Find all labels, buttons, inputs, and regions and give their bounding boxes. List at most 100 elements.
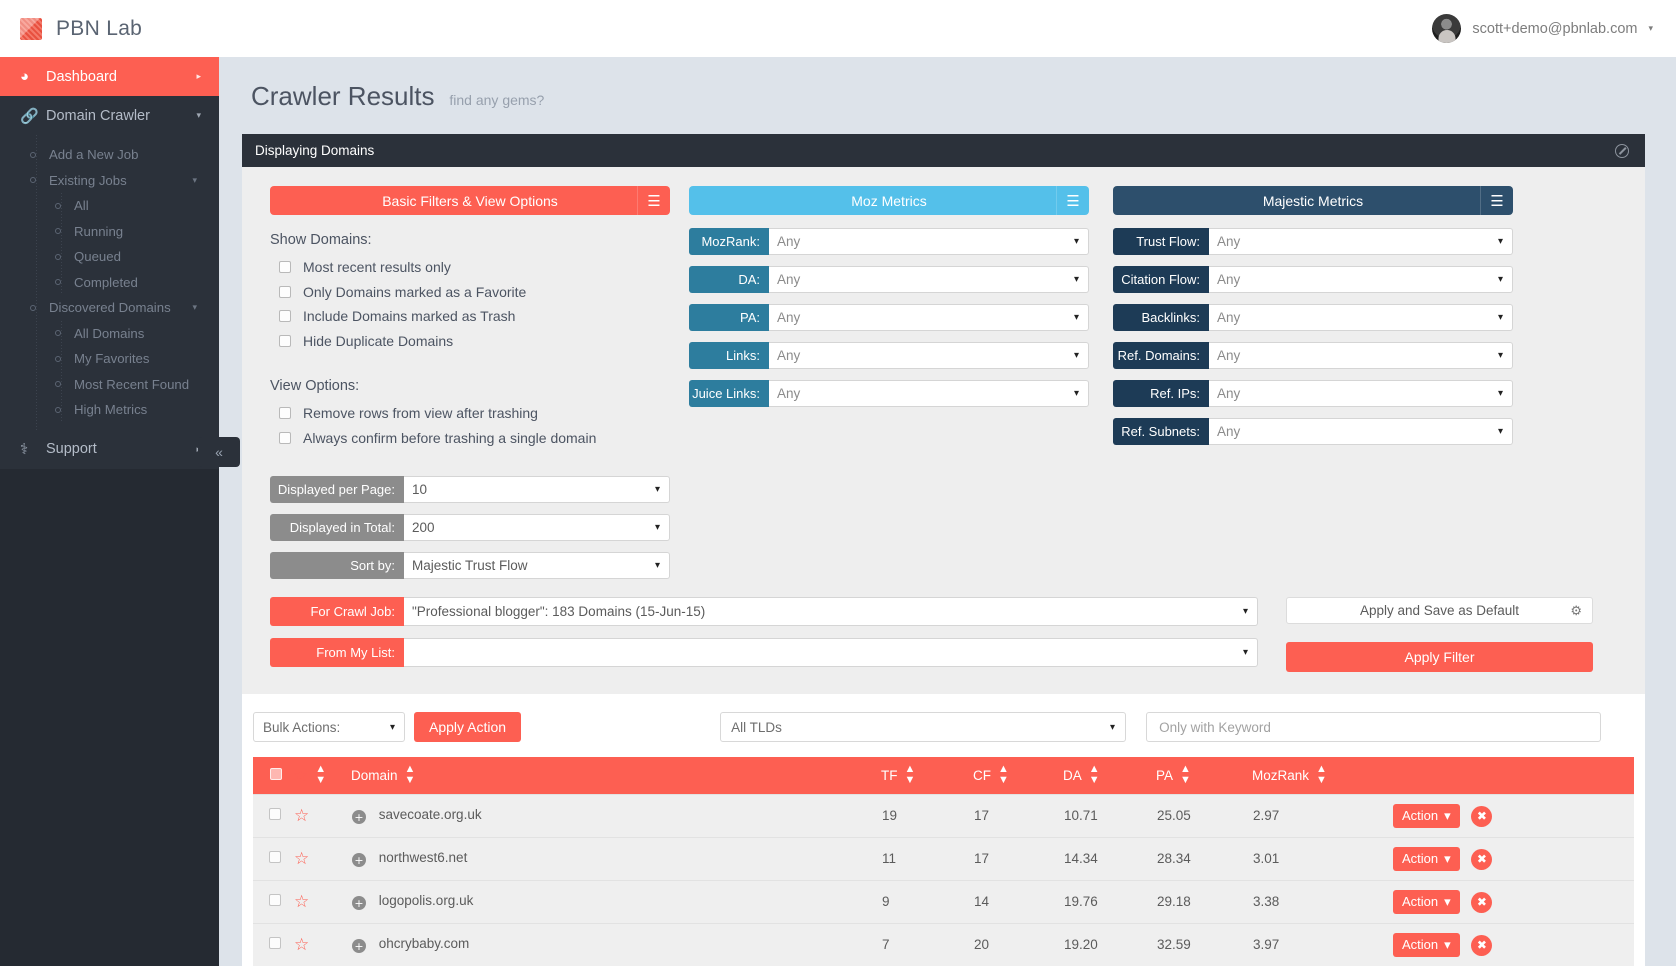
row-domain-cell[interactable]: + northwest6.net (351, 837, 881, 880)
filter-ref-domains[interactable]: Ref. Domains: Any ▾ (1113, 342, 1513, 369)
sidebar-item-domain-crawler[interactable]: 🔗 Domain Crawler ▾ (0, 96, 219, 135)
row-select-cell[interactable] (253, 794, 293, 837)
from-my-list-select[interactable]: ▾ (404, 638, 1258, 667)
row-action-button[interactable]: Action ▾ (1393, 804, 1460, 828)
filter-pa[interactable]: PA: Any ▾ (689, 304, 1089, 331)
col-domain[interactable]: Domain ▲▼ (351, 757, 881, 794)
filter-ref-subnets[interactable]: Ref. Subnets: Any ▾ (1113, 418, 1513, 445)
da-select[interactable]: Any ▾ (769, 266, 1089, 293)
domain-name[interactable]: northwest6.net (379, 850, 468, 865)
for-crawl-job-group[interactable]: For Crawl Job: "Professional blogger": 1… (270, 597, 1258, 626)
col-pa[interactable]: PA ▲▼ (1156, 757, 1252, 794)
tld-filter-select[interactable]: All TLDs ▾ (720, 712, 1126, 742)
keyword-input[interactable]: Only with Keyword (1146, 712, 1601, 742)
mozrank-select[interactable]: Any ▾ (769, 228, 1089, 255)
list-icon[interactable]: ☰ (1056, 186, 1089, 215)
only-favorite-checkbox[interactable] (279, 286, 291, 298)
star-icon[interactable] (294, 849, 309, 868)
row-select-cell[interactable] (253, 837, 293, 880)
displayed-per-page-group[interactable]: Displayed per Page: 10 ▾ (270, 476, 670, 503)
sidebar-item-add-a-new-job[interactable]: Add a New Job (0, 142, 219, 168)
citation-flow-select[interactable]: Any ▾ (1209, 266, 1513, 293)
star-icon[interactable] (294, 892, 309, 911)
table-row[interactable]: + northwest6.net 11 17 14.34 28.34 3.01 … (253, 837, 1634, 880)
sort-by-select[interactable]: Majestic Trust Flow ▾ (404, 552, 670, 579)
sort-icon[interactable]: ▲▼ (1180, 764, 1190, 786)
sidebar-item-dashboard[interactable]: ◕ Dashboard ▸ (0, 57, 219, 96)
bulk-actions-select[interactable]: Bulk Actions: ▾ (253, 712, 405, 742)
col-favorite[interactable]: ★ ▲▼ (293, 757, 351, 794)
ref-subnets-select[interactable]: Any ▾ (1209, 418, 1513, 445)
most-recent-results-checkbox[interactable] (279, 261, 291, 273)
majestic-metrics-header[interactable]: Majestic Metrics ☰ (1113, 186, 1513, 215)
filter-links[interactable]: Links: Any ▾ (689, 342, 1089, 369)
row-delete-button[interactable]: ✖ (1471, 849, 1492, 870)
expand-icon[interactable]: + (352, 896, 366, 910)
col-da[interactable]: DA ▲▼ (1063, 757, 1156, 794)
table-row[interactable]: + savecoate.org.uk 19 17 10.71 25.05 2.9… (253, 794, 1634, 837)
sort-icon[interactable]: ▲▼ (998, 764, 1008, 786)
list-icon[interactable]: ☰ (1480, 186, 1513, 215)
displayed-in-total-group[interactable]: Displayed in Total: 200 ▾ (270, 514, 670, 541)
col-select-all[interactable] (253, 757, 293, 794)
row-delete-button[interactable]: ✖ (1471, 806, 1492, 827)
sidebar-item-completed[interactable]: Completed (0, 270, 219, 296)
sort-icon[interactable]: ▲▼ (905, 764, 915, 786)
domain-name[interactable]: savecoate.org.uk (379, 807, 482, 822)
row-action-button[interactable]: Action ▾ (1393, 847, 1460, 871)
filter-da[interactable]: DA: Any ▾ (689, 266, 1089, 293)
confirm-before-trashing-checkbox[interactable] (279, 432, 291, 444)
row-favorite-cell[interactable] (293, 794, 351, 837)
sidebar-item-my-favorites[interactable]: My Favorites (0, 346, 219, 372)
checkbox-row[interactable]: Only Domains marked as a Favorite (270, 281, 670, 304)
include-trash-checkbox[interactable] (279, 310, 291, 322)
minimize-icon[interactable] (1615, 144, 1629, 158)
domain-name[interactable]: logopolis.org.uk (379, 893, 474, 908)
row-select-cell[interactable] (253, 923, 293, 966)
hide-duplicates-checkbox[interactable] (279, 335, 291, 347)
checkbox-row[interactable]: Most recent results only (270, 256, 670, 279)
sort-icon[interactable]: ▲▼ (1316, 764, 1326, 786)
filter-mozrank[interactable]: MozRank: Any ▾ (689, 228, 1089, 255)
col-cf[interactable]: CF ▲▼ (973, 757, 1063, 794)
row-domain-cell[interactable]: + logopolis.org.uk (351, 880, 881, 923)
checkbox-row[interactable]: Include Domains marked as Trash (270, 305, 670, 328)
sidebar-item-high-metrics[interactable]: High Metrics (0, 397, 219, 423)
row-delete-button[interactable]: ✖ (1471, 935, 1492, 956)
row-checkbox[interactable] (269, 808, 281, 820)
checkbox-row[interactable]: Hide Duplicate Domains (270, 330, 670, 353)
sidebar-item-most-recent-found[interactable]: Most Recent Found (0, 372, 219, 398)
sort-icon[interactable]: ▲▼ (405, 764, 415, 786)
row-domain-cell[interactable]: + savecoate.org.uk (351, 794, 881, 837)
row-domain-cell[interactable]: + ohcrybaby.com (351, 923, 881, 966)
table-row[interactable]: + logopolis.org.uk 9 14 19.76 29.18 3.38… (253, 880, 1634, 923)
filter-ref-ips[interactable]: Ref. IPs: Any ▾ (1113, 380, 1513, 407)
apply-action-button[interactable]: Apply Action (414, 712, 521, 742)
brand[interactable]: PBN Lab (0, 0, 219, 57)
expand-icon[interactable]: + (352, 939, 366, 953)
row-favorite-cell[interactable] (293, 880, 351, 923)
list-icon[interactable]: ☰ (637, 186, 670, 215)
expand-icon[interactable]: + (352, 853, 366, 867)
sidebar-item-existing-jobs[interactable]: Existing Jobs ▾ (0, 168, 219, 194)
sidebar-item-running[interactable]: Running (0, 219, 219, 245)
sidebar-item-all-domains[interactable]: All Domains (0, 321, 219, 347)
domain-name[interactable]: ohcrybaby.com (379, 936, 470, 951)
apply-and-save-default-button[interactable]: Apply and Save as Default ⚙ (1286, 597, 1593, 624)
checkbox-row[interactable]: Always confirm before trashing a single … (270, 427, 670, 450)
row-action-button[interactable]: Action ▾ (1393, 890, 1460, 914)
filter-backlinks[interactable]: Backlinks: Any ▾ (1113, 304, 1513, 331)
juice-links-select[interactable]: Any ▾ (769, 380, 1089, 407)
apply-filter-button[interactable]: Apply Filter (1286, 642, 1593, 672)
for-crawl-job-select[interactable]: "Professional blogger": 183 Domains (15-… (404, 597, 1258, 626)
row-checkbox[interactable] (269, 937, 281, 949)
filter-trust-flow[interactable]: Trust Flow: Any ▾ (1113, 228, 1513, 255)
row-checkbox[interactable] (269, 894, 281, 906)
ref-ips-select[interactable]: Any ▾ (1209, 380, 1513, 407)
sidebar-collapse-button[interactable]: « (198, 437, 240, 467)
moz-metrics-header[interactable]: Moz Metrics ☰ (689, 186, 1089, 215)
panel-tools[interactable] (1615, 144, 1629, 158)
displayed-per-page-select[interactable]: 10 ▾ (404, 476, 670, 503)
chevron-down-icon[interactable]: ▾ (1648, 23, 1653, 34)
checkbox-row[interactable]: Remove rows from view after trashing (270, 402, 670, 425)
